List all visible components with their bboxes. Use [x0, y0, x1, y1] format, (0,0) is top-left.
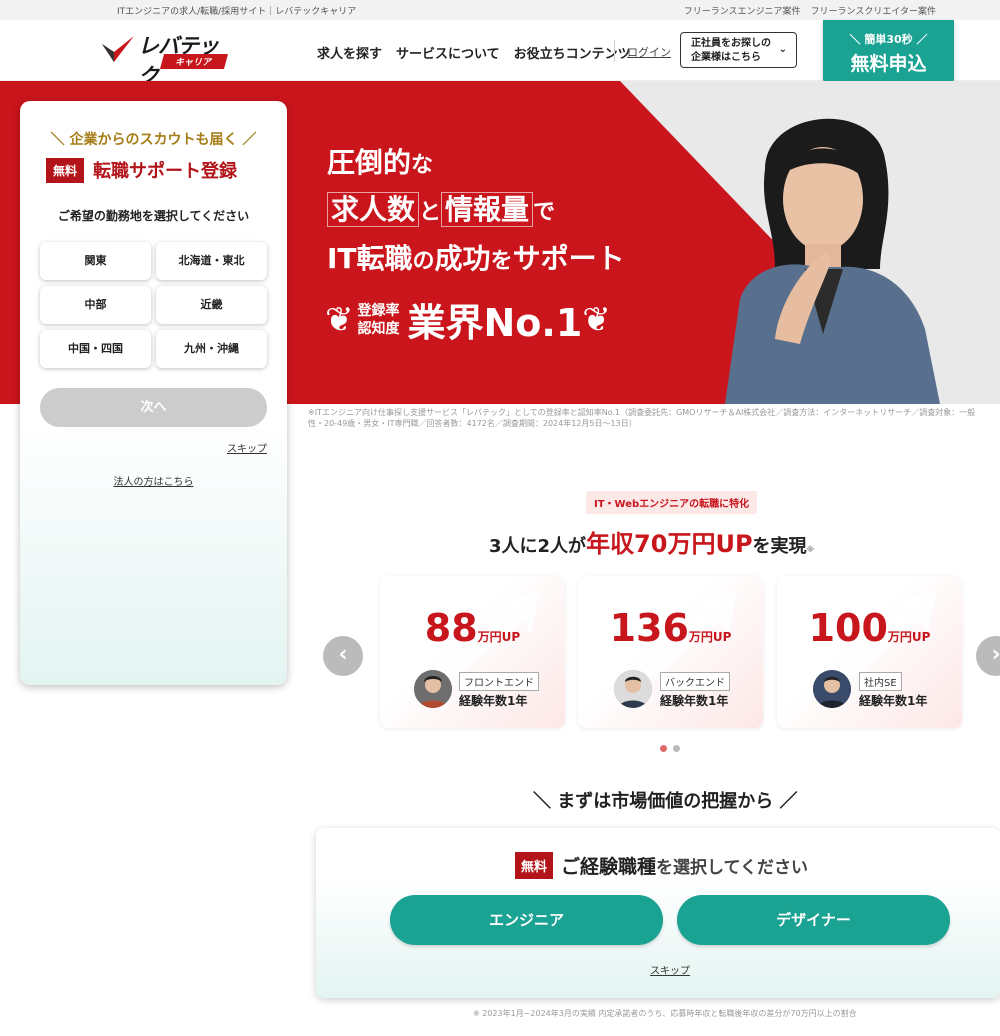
result-role: バックエンド	[660, 672, 730, 691]
result-experience: 経験年数1年	[859, 694, 928, 708]
bottom-footnote: ※ 2023年1月~2024年3月の実績 内定承諾者のうち、応募時年収と転職後年…	[473, 1009, 857, 1018]
result-unit: 万円UP	[477, 630, 521, 644]
free-signup-button[interactable]: ＼ 簡単30秒 ／ 無料申込	[823, 20, 954, 86]
job-question-a: ご経験	[561, 856, 619, 878]
results-title-highlight: 年収70万円UP	[586, 530, 753, 558]
nav-find-jobs[interactable]: 求人を探す	[317, 43, 382, 62]
results-title: 3人に2人が年収70万円UPを実現※	[489, 524, 814, 559]
logo-mark-icon	[102, 36, 134, 62]
hero-headline: 圧倒的な 求人数と情報量で IT転職の成功をサポート	[327, 143, 625, 284]
result-card[interactable]: 88万円UP フロントエンド 経験年数1年	[380, 576, 565, 728]
next-button[interactable]: 次へ	[40, 388, 267, 427]
headline-particle: で	[533, 200, 556, 225]
laurel-right-icon: ❦	[582, 299, 611, 340]
top-strip: ITエンジニアの求人/転職/採用サイト｜レバテックキャリア フリーランスエンジニ…	[0, 0, 1000, 20]
result-experience: 経験年数1年	[459, 694, 528, 708]
region-kanto-button[interactable]: 関東	[40, 242, 151, 280]
headline-word: サポート	[512, 242, 625, 275]
form-skip-link[interactable]: スキップ	[227, 440, 267, 455]
avatar	[614, 670, 652, 708]
result-experience: 経験年数1年	[660, 694, 729, 708]
result-amount: 136	[609, 606, 689, 650]
result-amount: 100	[808, 606, 888, 650]
carousel-next-button[interactable]: ›	[976, 636, 1000, 676]
headline-particle: と	[419, 200, 442, 225]
result-role: 社内SE	[859, 672, 902, 691]
nav-divider	[614, 40, 615, 62]
region-kinki-button[interactable]: 近畿	[156, 286, 267, 324]
avatar	[813, 670, 851, 708]
headline-particle: の	[412, 249, 435, 274]
award-main: 業界No.1	[407, 301, 583, 345]
region-chugoku-shikoku-button[interactable]: 中国・四国	[40, 330, 151, 368]
chevron-left-icon: ‹	[338, 642, 348, 667]
login-link[interactable]: ログイン	[627, 44, 671, 60]
cta-big-text: 無料申込	[850, 53, 927, 75]
headline-word: 圧倒的	[327, 146, 412, 179]
scout-tagline: ＼ 企業からのスカウトも届く ／	[50, 132, 257, 148]
results-title-b: を実現	[752, 536, 807, 557]
result-unit: 万円UP	[688, 630, 732, 644]
top-links: フリーランスエンジニア案件 フリーランスクリエイター案件	[684, 4, 936, 17]
laurel-left-icon: ❦	[325, 299, 354, 340]
job-skip-link[interactable]: スキップ	[650, 962, 690, 977]
footnote-line1: ※ITエンジニア向け仕事探し支援サービス「レバテック」としての登録率と認知率No…	[308, 408, 976, 417]
award-line2: 認知度	[357, 320, 400, 337]
result-card[interactable]: 136万円UP バックエンド 経験年数1年	[578, 576, 763, 728]
region-chubu-button[interactable]: 中部	[40, 286, 151, 324]
avatar	[414, 670, 452, 708]
nav-about-service[interactable]: サービスについて	[396, 43, 500, 62]
specialty-tag: IT・Webエンジニアの転職に特化	[586, 491, 758, 514]
headline-particle: な	[411, 153, 434, 178]
job-question-b: 職種	[618, 856, 657, 878]
headline-word: 成功	[434, 242, 491, 275]
chevron-right-icon: ›	[991, 642, 1000, 667]
freelance-creator-link[interactable]: フリーランスクリエイター案件	[811, 4, 936, 17]
location-question: ご希望の勤務地を選択してください	[57, 209, 250, 223]
headline-particle: を	[490, 249, 513, 274]
logo-sub: キャリア	[159, 54, 229, 69]
designer-button[interactable]: デザイナー	[677, 895, 950, 945]
award-line1: 登録率	[357, 302, 400, 319]
woman-photo-icon	[725, 118, 940, 404]
corporate-button[interactable]: 正社員をお探しの 企業様はこちら ⌄	[680, 32, 797, 68]
headline-box: 求人数	[327, 192, 420, 227]
carousel-prev-button[interactable]: ‹	[323, 636, 363, 676]
footnote-line2: 性・20-49歳・男女・IT専門職／回答者数：4172名／調査期間：2024年1…	[308, 419, 637, 428]
main-nav: 求人を探す サービスについて お役立ちコンテンツ	[317, 43, 631, 62]
market-value-title: ＼ まずは市場価値の把握から ／	[533, 791, 798, 812]
results-title-a: 3人に2人が	[489, 536, 587, 557]
form-title-text: 転職サポート登録	[93, 161, 238, 182]
form-title: 無料 転職サポート登録	[46, 157, 237, 183]
carousel-dot-active[interactable]	[660, 745, 667, 752]
corporate-link[interactable]: 法人の方はこちら	[20, 473, 287, 488]
headline-word: IT転職	[327, 242, 413, 275]
chevron-down-icon: ⌄	[778, 44, 787, 55]
region-hokkaido-tohoku-button[interactable]: 北海道・東北	[156, 242, 267, 280]
award-badge: ❦ 登録率 認知度 業界No.1 ❦	[325, 292, 611, 347]
results-asterisk: ※	[806, 545, 815, 554]
region-kyushu-okinawa-button[interactable]: 九州・沖縄	[156, 330, 267, 368]
result-card[interactable]: 100万円UP 社内SE 経験年数1年	[777, 576, 962, 728]
headline-box: 情報量	[441, 192, 534, 227]
free-badge: 無料	[46, 157, 85, 183]
result-amount: 88	[424, 606, 478, 650]
freelance-engineer-link[interactable]: フリーランスエンジニア案件	[684, 4, 801, 17]
free-badge: 無料	[515, 852, 554, 879]
result-role: フロントエンド	[459, 672, 539, 691]
engineer-button[interactable]: エンジニア	[390, 895, 663, 945]
carousel-dot[interactable]	[673, 745, 680, 752]
signup-form-card: ＼ 企業からのスカウトも届く ／ 無料 転職サポート登録 ご希望の勤務地を選択し…	[20, 101, 287, 685]
logo[interactable]: レバテック キャリア	[100, 32, 235, 88]
result-unit: 万円UP	[887, 630, 931, 644]
cta-small-text: ＼ 簡単30秒 ／	[849, 33, 928, 46]
job-question-c: を選択してください	[656, 858, 809, 878]
site-tagline: ITエンジニアの求人/転職/採用サイト｜レバテックキャリア	[117, 7, 357, 17]
job-type-question: 無料 ご経験職種を選択してください	[515, 852, 808, 879]
job-type-card: 無料 ご経験職種を選択してください エンジニア デザイナー スキップ	[316, 828, 1000, 998]
hero-footnote: ※ITエンジニア向け仕事探し支援サービス「レバテック」としての登録率と認知率No…	[308, 407, 1000, 429]
